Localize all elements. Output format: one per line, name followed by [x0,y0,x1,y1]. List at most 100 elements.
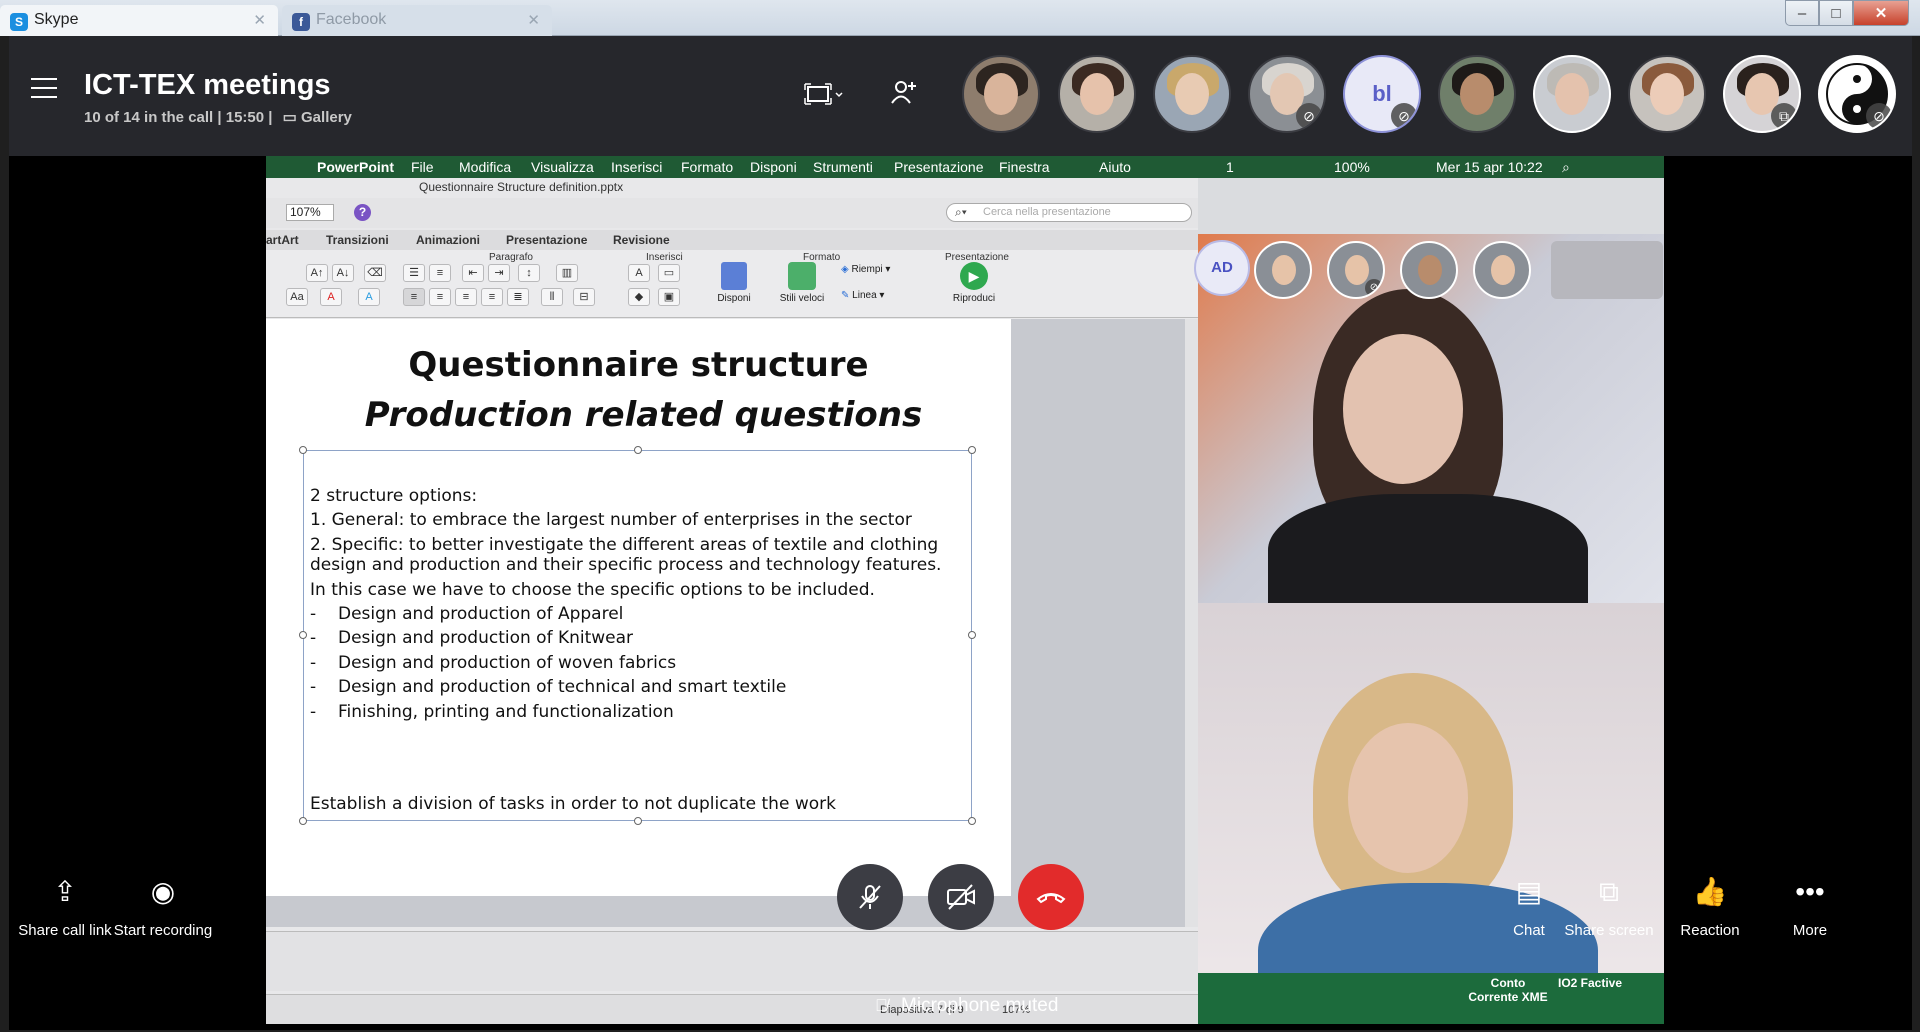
columns-button[interactable]: ▥ [556,264,578,282]
tab-facebook[interactable]: f Facebook ✕ [282,5,552,36]
menu-item: Disponi [750,159,797,175]
align-center-button[interactable]: ≡ [429,288,451,306]
mute-toggle-button[interactable] [837,864,903,930]
add-person-icon [891,81,916,104]
ribbon-tab[interactable]: Transizioni [326,233,389,247]
end-call-button[interactable] [1018,864,1084,930]
slide-line: 2 structure options: [310,486,478,506]
facebook-icon: f [292,13,310,31]
bullets-button[interactable]: ☰ [403,264,425,282]
close-window-button[interactable]: ✕ [1853,0,1909,26]
line-spacing-button[interactable]: ↕ [518,264,540,282]
ppt-search-input[interactable]: ⌕▾ Cerca nella presentazione [946,203,1192,222]
slide-line: 1. General: to embrace the largest numbe… [310,510,912,531]
search-placeholder: Cerca nella presentazione [983,206,1111,218]
participant-avatar[interactable] [1438,55,1516,133]
resize-handle[interactable] [634,446,642,454]
mini-avatar[interactable] [1400,241,1458,299]
zoom-select[interactable]: 107% [286,204,334,221]
participant-avatar[interactable]: ⊘ [1248,55,1326,133]
resize-handle[interactable] [634,817,642,825]
picture-button[interactable]: ▭ [658,264,680,282]
resize-handle[interactable] [299,631,307,639]
slide-bullet: - Design and production of Apparel [310,603,624,624]
search-icon: ⌕▾ [955,205,967,219]
vertical-scrollbar[interactable] [1185,319,1198,927]
mini-avatar[interactable] [1473,241,1531,299]
slide-bullet: - Design and production of technical and … [310,677,787,698]
ribbon-tab[interactable]: Animazioni [416,233,480,247]
fill-icon: ◈ [841,264,849,275]
align-right-button[interactable]: ≡ [455,288,477,306]
clock: Mer 15 apr 10:22 [1436,159,1543,175]
ribbon-tab[interactable]: Presentazione [506,233,587,247]
participant-avatar[interactable] [1058,55,1136,133]
mini-avatar[interactable] [1254,241,1312,299]
share-call-link-button[interactable]: ⇪ Share call link [15,872,115,939]
font-grow-button[interactable]: A↑ [306,264,328,282]
distribute-button[interactable]: ≣ [507,288,529,306]
notes-pane[interactable] [266,931,1198,991]
justify-button[interactable]: ≡ [481,288,503,306]
layout-toggle-button[interactable] [804,80,848,110]
fill-label: Riempi [851,264,883,275]
remote-toolbar [1198,178,1664,234]
shape-button[interactable]: ◆ [628,288,650,306]
resize-handle[interactable] [968,446,976,454]
text-direction-button[interactable]: ⫴ [541,288,563,306]
ribbon-tab[interactable]: artArt [266,233,299,247]
mini-video[interactable] [1551,241,1663,299]
font-shrink-button[interactable]: A↓ [332,264,354,282]
more-button[interactable]: ••• More [1760,872,1860,939]
ribbon-tab[interactable]: Revisione [613,233,670,247]
clear-format-button[interactable]: ⌫ [364,264,386,282]
outdent-button[interactable]: ⇤ [462,264,484,282]
resize-handle[interactable] [968,631,976,639]
participant-avatar[interactable] [1628,55,1706,133]
align-left-button[interactable]: ≡ [403,288,425,306]
participant-avatar[interactable]: ⧉ [1723,55,1801,133]
arrange-button[interactable]: Disponi [712,262,756,304]
minimize-button[interactable]: – [1785,0,1819,26]
text-box-button[interactable]: A [628,264,650,282]
line-button[interactable]: ✎ Linea ▾ [841,290,911,301]
mini-avatar[interactable]: ⊘ [1327,241,1385,299]
mini-avatar-initials[interactable]: AD [1194,240,1250,296]
font-effects-button[interactable]: Aa [286,288,308,306]
help-icon[interactable]: ? [354,204,371,221]
start-recording-button[interactable]: ◉ Start recording [113,872,213,939]
cam-label: IO2 Factive [1557,976,1623,990]
media-button[interactable]: ▣ [658,288,680,306]
slide-body: 2 structure options: 1. General: to embr… [310,486,950,726]
quick-styles-button[interactable]: Stili veloci [772,262,832,304]
resize-handle[interactable] [299,446,307,454]
share-screen-button[interactable]: ⧉ Share screen [1559,872,1659,939]
participant-avatar[interactable]: ⊘ [1818,55,1896,133]
text-effects-button[interactable]: A [358,288,380,306]
participant-avatar[interactable]: bl ⊘ [1343,55,1421,133]
skype-call-window: ICT-TEX meetings 10 of 14 in the call | … [9,36,1912,1030]
muted-icon: ⊘ [1391,103,1417,129]
close-tab-icon[interactable]: ✕ [253,11,266,29]
resize-handle[interactable] [299,817,307,825]
participant-avatar[interactable] [962,55,1040,133]
reaction-button[interactable]: 👍 Reaction [1660,872,1760,939]
close-tab-icon[interactable]: ✕ [527,11,540,29]
indent-button[interactable]: ⇥ [488,264,510,282]
participant-avatar[interactable] [1153,55,1231,133]
maximize-button[interactable]: □ [1819,0,1853,26]
line-label: Linea [852,290,877,301]
fill-button[interactable]: ◈ Riempi ▾ [841,264,911,275]
tab-skype[interactable]: S Skype ✕ [0,5,278,36]
add-participant-button[interactable] [889,78,919,108]
align-text-button[interactable]: ⊟ [573,288,595,306]
resize-handle[interactable] [968,817,976,825]
font-color-button[interactable]: A [320,288,342,306]
numbering-button[interactable]: ≡ [429,264,451,282]
play-button[interactable]: ▶ Riproduci [944,262,1004,304]
hamburger-menu-icon[interactable] [31,78,57,100]
participant-avatar[interactable] [1533,55,1611,133]
camera-toggle-button[interactable] [928,864,994,930]
muted-icon: ⊘ [1365,279,1383,297]
gallery-view-label[interactable]: Gallery [301,109,352,126]
